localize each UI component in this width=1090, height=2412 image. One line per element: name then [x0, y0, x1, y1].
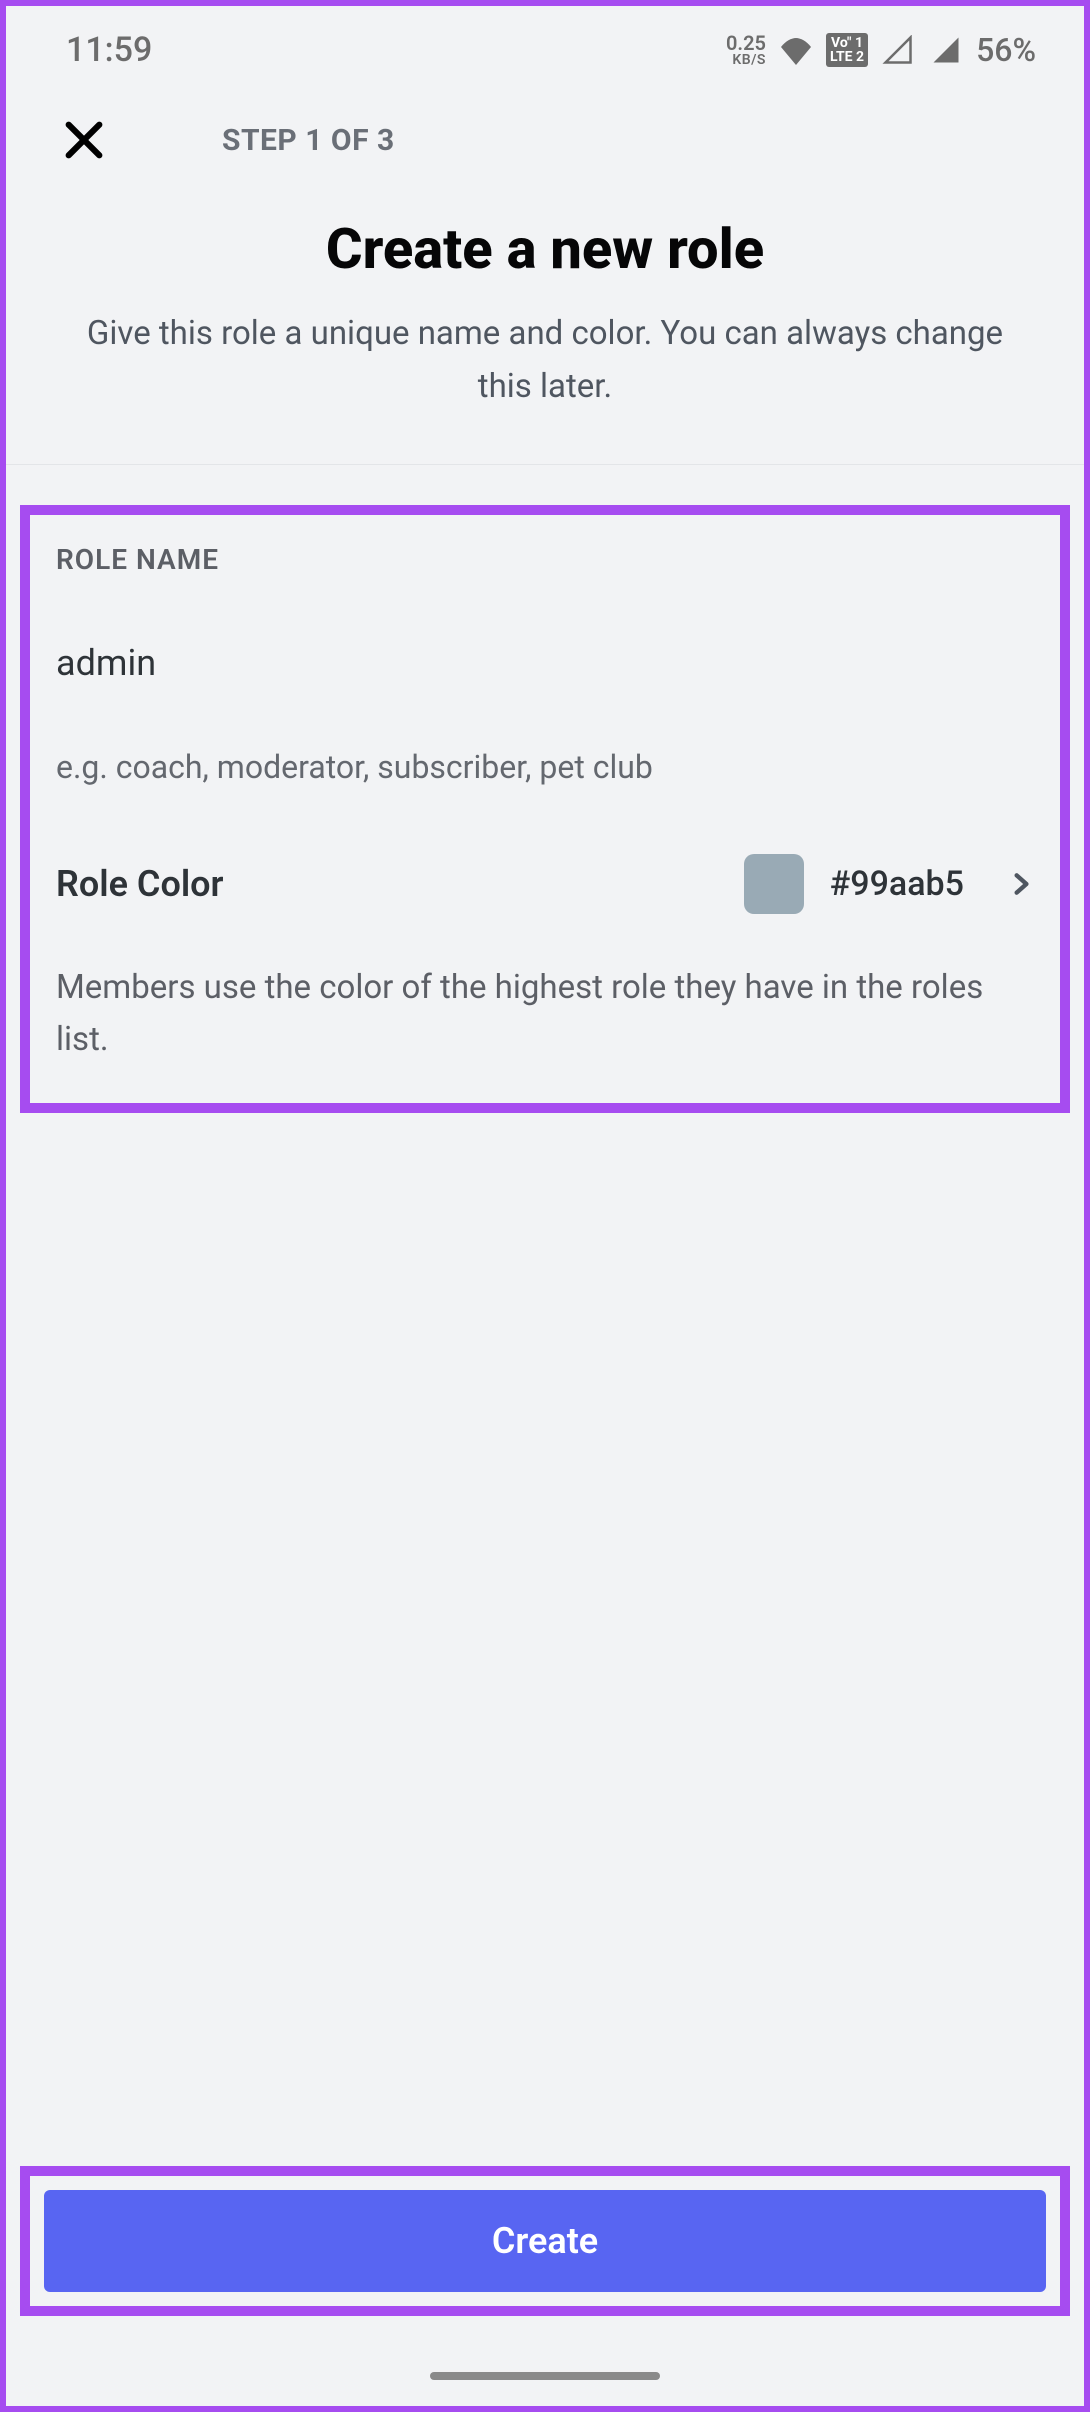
- color-hex-value: #99aab5: [830, 864, 964, 904]
- network-speed: 0.25 KB/S: [726, 33, 766, 67]
- step-indicator: STEP 1 OF 3: [112, 123, 1034, 158]
- role-color-label: Role Color: [56, 863, 224, 905]
- wifi-icon: [778, 35, 814, 65]
- battery-percent: 56%: [976, 31, 1036, 69]
- role-form-card: ROLE NAME e.g. coach, moderator, subscri…: [20, 505, 1070, 1114]
- close-button[interactable]: [56, 112, 112, 168]
- signal-icon-2: [928, 35, 964, 65]
- page-subtitle: Give this role a unique name and color. …: [56, 308, 1034, 414]
- role-color-description: Members use the color of the highest rol…: [56, 962, 1034, 1068]
- status-time: 11:59: [66, 30, 152, 70]
- page-header: STEP 1 OF 3 Create a new role Give this …: [6, 82, 1084, 465]
- close-icon: [61, 117, 107, 163]
- page-title: Create a new role: [56, 216, 1034, 282]
- role-name-label: ROLE NAME: [56, 543, 1034, 576]
- status-bar: 11:59 0.25 KB/S Vo" 1 LTE 2 56%: [6, 6, 1084, 82]
- role-name-input[interactable]: [56, 636, 1034, 690]
- lte-badge: Vo" 1 LTE 2: [826, 33, 868, 67]
- color-swatch: [744, 854, 804, 914]
- home-indicator[interactable]: [430, 2372, 660, 2380]
- role-name-hint: e.g. coach, moderator, subscriber, pet c…: [56, 748, 1034, 786]
- footer-actions: Create: [20, 2166, 1070, 2316]
- chevron-right-icon: [1008, 871, 1034, 897]
- role-color-row[interactable]: Role Color #99aab5: [56, 854, 1034, 914]
- create-button[interactable]: Create: [44, 2190, 1046, 2292]
- signal-icon-1: [880, 35, 916, 65]
